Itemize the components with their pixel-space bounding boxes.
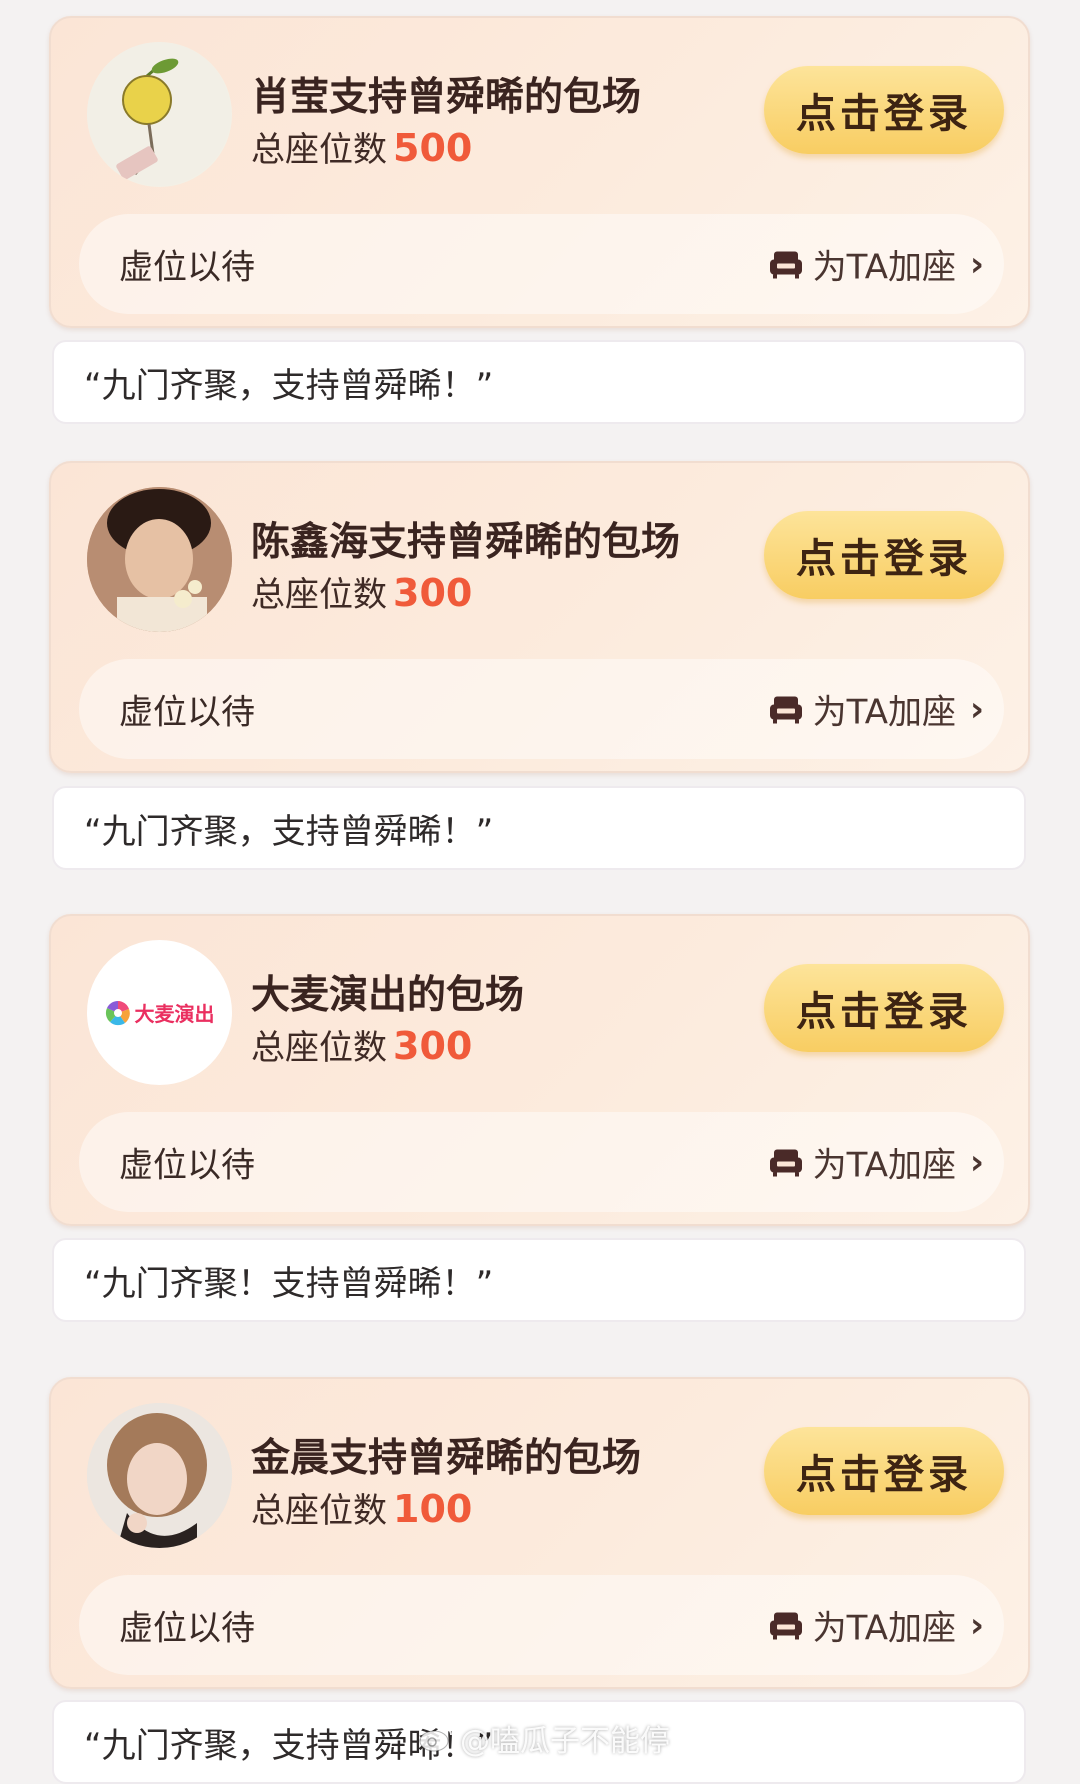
login-button[interactable]: 点击登录 bbox=[764, 66, 1004, 154]
seat-count: 总座位数 300 bbox=[251, 567, 472, 616]
citrus-charm-icon bbox=[87, 42, 231, 186]
wait-label: 虚位以待 bbox=[119, 247, 255, 288]
wait-label: 虚位以待 bbox=[119, 1608, 255, 1649]
avatar: 大麦演出 bbox=[87, 940, 232, 1085]
add-seat-link[interactable]: 为TA加座 › bbox=[769, 1601, 984, 1650]
weibo-logo-icon bbox=[419, 1726, 453, 1752]
package-card: 金晨支持曾舜晞的包场 总座位数 100 点击登录 虚位以待 为TA加座 › bbox=[49, 1377, 1030, 1689]
wait-label: 虚位以待 bbox=[119, 692, 255, 733]
watermark-text: @嗑瓜子不能停 bbox=[460, 1724, 670, 1759]
seat-count-value: 300 bbox=[393, 1024, 473, 1068]
quote-box: “九门齐聚，支持曾舜晞！” bbox=[52, 786, 1026, 870]
chevron-right-icon: › bbox=[969, 1605, 984, 1645]
seat-bar: 虚位以待 为TA加座 › bbox=[79, 214, 1004, 314]
seat-count-value: 500 bbox=[393, 126, 473, 170]
avatar bbox=[87, 1403, 232, 1548]
add-seat-label: 为TA加座 bbox=[812, 1608, 956, 1649]
seat-count-label: 总座位数 bbox=[251, 1028, 387, 1068]
add-seat-label: 为TA加座 bbox=[812, 1145, 956, 1186]
wait-label: 虚位以待 bbox=[119, 1145, 255, 1186]
add-seat-link[interactable]: 为TA加座 › bbox=[769, 240, 984, 289]
damai-logo: 大麦演出 bbox=[105, 998, 215, 1027]
add-seat-label: 为TA加座 bbox=[812, 247, 956, 288]
avatar bbox=[87, 42, 232, 187]
sofa-icon bbox=[769, 251, 802, 278]
chevron-right-icon: › bbox=[969, 689, 984, 729]
add-seat-link[interactable]: 为TA加座 › bbox=[769, 685, 984, 734]
login-button[interactable]: 点击登录 bbox=[764, 511, 1004, 599]
seat-count-label: 总座位数 bbox=[251, 575, 387, 615]
package-card: 陈鑫海支持曾舜晞的包场 总座位数 300 点击登录 虚位以待 为TA加座 › bbox=[49, 461, 1030, 773]
add-seat-label: 为TA加座 bbox=[812, 692, 956, 733]
seat-count-label: 总座位数 bbox=[251, 1491, 387, 1531]
chevron-right-icon: › bbox=[969, 244, 984, 284]
seat-count-label: 总座位数 bbox=[251, 130, 387, 170]
login-button[interactable]: 点击登录 bbox=[764, 1427, 1004, 1515]
chevron-right-icon: › bbox=[969, 1142, 984, 1182]
seat-bar: 虚位以待 为TA加座 › bbox=[79, 1112, 1004, 1212]
package-title: 陈鑫海支持曾舜晞的包场 bbox=[251, 520, 681, 565]
damai-logo-icon bbox=[105, 1000, 130, 1025]
package-card: 肖莹支持曾舜晞的包场 总座位数 500 点击登录 虚位以待 为TA加座 › bbox=[49, 16, 1030, 328]
seat-count: 总座位数 300 bbox=[251, 1020, 472, 1069]
watermark: @嗑瓜子不能停 bbox=[418, 1716, 670, 1760]
seat-bar: 虚位以待 为TA加座 › bbox=[79, 1575, 1004, 1675]
man-photo-icon bbox=[87, 487, 232, 632]
quote-box: “九门齐聚，支持曾舜晞！” bbox=[52, 340, 1026, 424]
add-seat-link[interactable]: 为TA加座 › bbox=[769, 1138, 984, 1187]
sofa-icon bbox=[769, 696, 802, 723]
woman-photo-icon bbox=[87, 1403, 232, 1548]
sofa-icon bbox=[769, 1149, 802, 1176]
package-title: 金晨支持曾舜晞的包场 bbox=[251, 1436, 642, 1481]
seat-count-value: 100 bbox=[393, 1487, 473, 1531]
avatar bbox=[87, 487, 232, 632]
package-title: 肖莹支持曾舜晞的包场 bbox=[251, 75, 642, 120]
sofa-icon bbox=[769, 1612, 802, 1639]
package-title: 大麦演出的包场 bbox=[251, 973, 525, 1018]
login-button[interactable]: 点击登录 bbox=[764, 964, 1004, 1052]
seat-count-value: 300 bbox=[393, 571, 473, 615]
quote-box: “九门齐聚！支持曾舜晞！” bbox=[52, 1238, 1026, 1322]
seat-count: 总座位数 100 bbox=[251, 1483, 472, 1532]
seat-count: 总座位数 500 bbox=[251, 122, 472, 171]
damai-logo-text: 大麦演出 bbox=[134, 1002, 215, 1026]
seat-bar: 虚位以待 为TA加座 › bbox=[79, 659, 1004, 759]
package-card: 大麦演出 大麦演出的包场 总座位数 300 点击登录 虚位以待 为TA加座 › bbox=[49, 914, 1030, 1226]
